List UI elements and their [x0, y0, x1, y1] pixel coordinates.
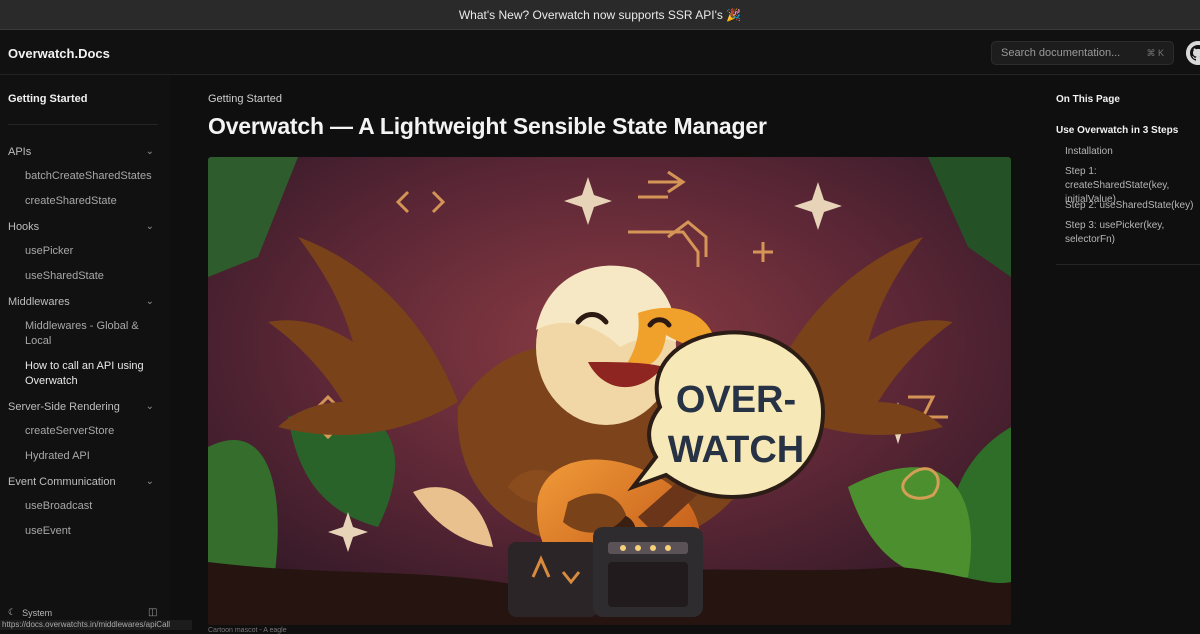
- main-content: Getting Started Overwatch — A Lightweigh…: [208, 75, 1011, 634]
- chevron-down-icon: ⌄: [145, 401, 154, 412]
- toc-link-installation[interactable]: Installation: [1065, 145, 1200, 159]
- nav-group-hooks: Hooks ⌄ usePicker useSharedState: [0, 214, 170, 289]
- chevron-down-icon: ⌄: [145, 296, 154, 307]
- top-header: Overwatch.Docs Search documentation... ⌘…: [0, 30, 1200, 75]
- nav-group-header-event-communication[interactable]: Event Communication ⌄: [0, 469, 170, 494]
- nav-group-event-communication: Event Communication ⌄ useBroadcast useEv…: [0, 469, 170, 544]
- speech-bubble-line-2: WATCH: [668, 429, 805, 471]
- toc-link-step-3[interactable]: Step 3: usePicker(key, selectorFn): [1065, 219, 1200, 247]
- sidebar-item-usepicker[interactable]: usePicker: [0, 239, 170, 264]
- toc-heading: On This Page: [1056, 94, 1120, 105]
- nav-group-header-hooks[interactable]: Hooks ⌄: [0, 214, 170, 239]
- chevron-down-icon: ⌄: [145, 476, 154, 487]
- nav-group-header-apis[interactable]: APIs ⌄: [0, 139, 170, 164]
- sidebar-item-createsharedstate[interactable]: createSharedState: [0, 189, 170, 214]
- sidebar-item-createserverstore[interactable]: createServerStore: [0, 419, 170, 444]
- sidebar-collapse-icon[interactable]: ◫: [148, 607, 157, 618]
- sidebar-divider: [8, 124, 158, 125]
- sidebar-item-hydrated-api[interactable]: Hydrated API: [0, 444, 170, 469]
- breadcrumb[interactable]: Getting Started: [208, 93, 282, 105]
- search-input[interactable]: Search documentation... ⌘ K: [991, 41, 1174, 65]
- nav-group-middlewares: Middlewares ⌄ Middlewares - Global & Loc…: [0, 289, 170, 394]
- toc-section-link[interactable]: Use Overwatch in 3 Steps: [1056, 125, 1178, 136]
- announcement-text[interactable]: What's New? Overwatch now supports SSR A…: [459, 8, 741, 22]
- nav-group-label: Event Communication: [8, 475, 116, 488]
- toc-divider: [1056, 264, 1200, 265]
- toc-link-step-2[interactable]: Step 2: useSharedState(key): [1065, 199, 1200, 213]
- sidebar-item-batchcreatesharedstates[interactable]: batchCreateSharedStates: [0, 164, 170, 189]
- sidebar-item-useevent[interactable]: useEvent: [0, 519, 170, 544]
- sidebar-getting-started[interactable]: Getting Started: [8, 93, 87, 105]
- eagle-mascot-illustration: OVER- WATCH: [208, 157, 1011, 625]
- sidebar-nav: APIs ⌄ batchCreateSharedStates createSha…: [0, 139, 170, 544]
- nav-group-label: Hooks: [8, 220, 40, 233]
- github-icon[interactable]: [1186, 41, 1200, 65]
- nav-group-label: Server-Side Rendering: [8, 400, 120, 413]
- chevron-down-icon: ⌄: [145, 221, 154, 232]
- nav-group-header-middlewares[interactable]: Middlewares ⌄: [0, 289, 170, 314]
- nav-group-ssr: Server-Side Rendering ⌄ createServerStor…: [0, 394, 170, 469]
- theme-label: System: [22, 607, 53, 618]
- table-of-contents: On This Page Use Overwatch in 3 Steps In…: [1056, 75, 1200, 630]
- sidebar-item-usebroadcast[interactable]: useBroadcast: [0, 494, 170, 519]
- nav-group-header-ssr[interactable]: Server-Side Rendering ⌄: [0, 394, 170, 419]
- sidebar-item-call-api[interactable]: How to call an API using Overwatch: [0, 354, 170, 394]
- nav-group-apis: APIs ⌄ batchCreateSharedStates createSha…: [0, 139, 170, 214]
- brand-logo[interactable]: Overwatch.Docs: [8, 46, 110, 61]
- hero-illustration: OVER- WATCH: [208, 157, 1011, 625]
- sidebar: Getting Started APIs ⌄ batchCreateShared…: [0, 75, 170, 630]
- announcement-banner[interactable]: What's New? Overwatch now supports SSR A…: [0, 0, 1200, 30]
- search-shortcut-hint: ⌘ K: [1146, 47, 1164, 58]
- github-icon-glyph: [1186, 41, 1200, 65]
- page-title: Overwatch — A Lightweight Sensible State…: [208, 113, 767, 139]
- status-bar-url: https://docs.overwatchts.in/middlewares/…: [0, 620, 192, 630]
- search-placeholder: Search documentation...: [1001, 47, 1121, 59]
- speech-bubble-line-1: OVER-: [676, 379, 796, 421]
- nav-group-label: APIs: [8, 145, 32, 158]
- nav-group-label: Middlewares: [8, 295, 70, 308]
- sidebar-item-middlewares-global-local[interactable]: Middlewares - Global & Local: [0, 314, 170, 354]
- sidebar-item-usesharedstate[interactable]: useSharedState: [0, 264, 170, 289]
- moon-icon: ☾: [8, 607, 17, 617]
- chevron-down-icon: ⌄: [145, 146, 154, 157]
- theme-selector[interactable]: ☾ System: [8, 607, 52, 618]
- image-caption: Cartoon mascot - A eagle: [208, 627, 287, 634]
